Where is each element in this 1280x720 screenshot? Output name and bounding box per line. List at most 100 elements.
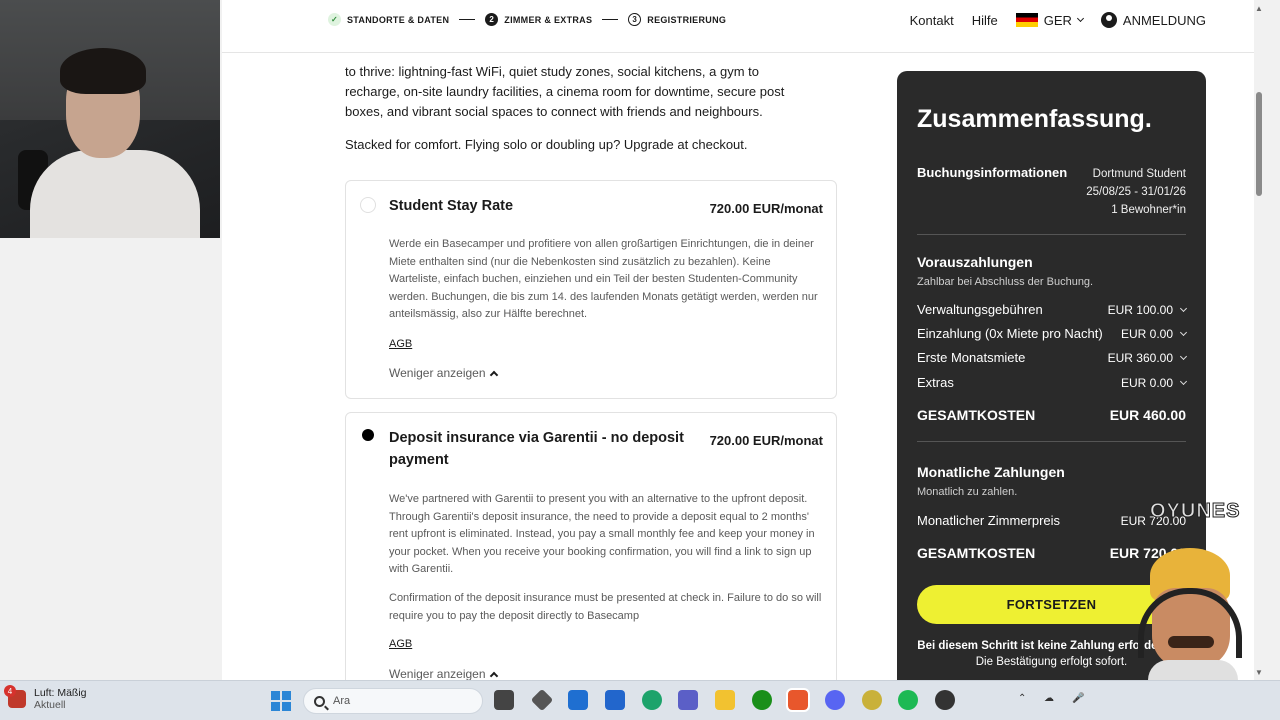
- total-value: EUR 460.00: [1109, 407, 1186, 423]
- rate-description: We've partnered with Garentii to present…: [389, 493, 815, 576]
- screen: ✓ STANDORTE & DATEN 2 ZIMMER & EXTRAS 3 …: [0, 0, 1280, 692]
- rate-price: 720.00 EUR/monat: [709, 433, 823, 448]
- booking-steps: ✓ STANDORTE & DATEN 2 ZIMMER & EXTRAS 3 …: [328, 13, 726, 26]
- discord-icon[interactable]: [825, 690, 845, 710]
- taskbar-search[interactable]: Ara: [303, 688, 483, 714]
- rate-radio-selected[interactable]: [360, 427, 376, 443]
- summary-title: Zusammenfassung.: [917, 105, 1152, 133]
- booking-location: Dortmund Student: [1092, 168, 1186, 180]
- show-less-toggle[interactable]: Weniger anzeigen: [389, 366, 498, 380]
- prepay-label: Einzahlung (0x Miete pro Nacht): [917, 326, 1103, 341]
- prepay-item-first-rent[interactable]: Erste Monatsmiete EUR 360.00: [917, 350, 1188, 365]
- step-label: STANDORTE & DATEN: [347, 14, 450, 25]
- rate-description: Werde ein Basecamper und profitiere von …: [389, 238, 818, 321]
- show-less-toggle[interactable]: Weniger anzeigen: [389, 667, 498, 681]
- app-icon[interactable]: [862, 690, 882, 710]
- check-icon: ✓: [328, 13, 341, 26]
- prepay-label: Verwaltungsgebühren: [917, 302, 1043, 317]
- weather-label: Luft: Mäßig: [34, 687, 87, 699]
- weather-sub: Aktuell: [34, 699, 66, 711]
- brave-icon[interactable]: [786, 688, 810, 712]
- store-icon[interactable]: [568, 690, 588, 710]
- prepay-label: Extras: [917, 375, 954, 390]
- user-icon: [1100, 12, 1117, 28]
- chevron-down-icon: [1179, 377, 1188, 385]
- xbox-icon[interactable]: [752, 690, 772, 710]
- spotify-icon[interactable]: [898, 690, 918, 710]
- teams-icon[interactable]: [678, 690, 698, 710]
- folder-icon[interactable]: [715, 690, 735, 710]
- chevron-down-icon: [1179, 328, 1188, 336]
- prepayments-title: Vorauszahlungen: [917, 254, 1033, 270]
- prepay-item-extras[interactable]: Extras EUR 0.00: [917, 375, 1188, 390]
- step-label: REGISTRIERUNG: [647, 14, 727, 25]
- streamer-body: [30, 150, 200, 238]
- nav-contact-link[interactable]: Kontakt: [910, 13, 954, 28]
- task-view-icon[interactable]: [494, 690, 514, 710]
- step-rooms[interactable]: 2 ZIMMER & EXTRAS: [485, 13, 592, 26]
- obs-icon[interactable]: [935, 690, 955, 710]
- german-flag-icon: [1015, 13, 1038, 27]
- total-label: GESAMTKOSTEN: [917, 407, 1036, 423]
- stacked-text: Stacked for comfort. Flying solo or doub…: [345, 137, 748, 152]
- prepay-label: Erste Monatsmiete: [917, 350, 1026, 365]
- app-cube-icon[interactable]: [530, 688, 554, 712]
- prepay-value: EUR 0.00: [1120, 375, 1173, 390]
- booking-residents: 1 Bewohner*in: [1111, 204, 1186, 216]
- step-number: 2: [485, 13, 499, 26]
- avatar-mustache: [1168, 636, 1214, 648]
- microphone-icon[interactable]: 🎤: [1072, 693, 1084, 704]
- notification-badge: 4: [4, 685, 16, 697]
- edge-icon[interactable]: [642, 690, 662, 710]
- intro-line: recharge, on-site laundry facilities, a …: [345, 84, 785, 99]
- intro-section: to thrive: lightning-fast WiFi, quiet st…: [345, 40, 835, 155]
- booking-dates: 25/08/25 - 31/01/26: [1086, 186, 1186, 198]
- windows-taskbar: 4 Luft: Mäßig Aktuell Ara ⌃ ☁ 🎤: [0, 680, 1280, 720]
- prepay-total-row: GESAMTKOSTEN EUR 460.00: [917, 407, 1186, 423]
- language-selector[interactable]: GER: [1015, 12, 1084, 28]
- prepay-value: EUR 360.00: [1107, 350, 1173, 365]
- intro-line: boxes, and vibrant social spaces to conn…: [345, 104, 763, 119]
- channel-watermark: OYUNES: [1149, 500, 1241, 523]
- login-label: ANMELDUNG: [1122, 12, 1206, 28]
- top-nav: Kontakt Hilfe GER ANMELDUNG: [910, 12, 1206, 28]
- prepayments-subtitle: Zahlbar bei Abschluss der Buchung.: [917, 276, 1094, 288]
- rate-card-student-stay[interactable]: Student Stay Rate 720.00 EUR/monat Werde…: [345, 180, 837, 399]
- windows-start-icon[interactable]: [271, 691, 291, 711]
- divider: [917, 441, 1186, 442]
- step-locations[interactable]: ✓ STANDORTE & DATEN: [328, 13, 449, 26]
- search-placeholder: Ara: [333, 695, 351, 707]
- agb-link[interactable]: AGB: [389, 638, 412, 650]
- chevron-up-icon: [489, 671, 498, 680]
- step-registration[interactable]: 3 REGISTRIERUNG: [628, 13, 726, 26]
- booking-info-label: Buchungsinformationen: [917, 165, 1068, 180]
- divider: [917, 234, 1186, 235]
- chevron-down-icon: [1179, 352, 1188, 360]
- chevron-up-icon: [489, 370, 498, 379]
- login-button[interactable]: ANMELDUNG: [1100, 12, 1206, 28]
- cloud-icon[interactable]: ☁: [1044, 693, 1054, 704]
- scrollbar-thumb[interactable]: [1256, 92, 1262, 196]
- prepay-item-deposit[interactable]: Einzahlung (0x Miete pro Nacht) EUR 0.00: [917, 326, 1188, 341]
- booking-info-row: Buchungsinformationen Dortmund Student 2…: [917, 165, 1186, 219]
- monthly-room-row: Monatlicher Zimmerpreis EUR 720.00: [917, 513, 1186, 528]
- show-less-label: Weniger anzeigen: [389, 667, 486, 681]
- webcam-overlay: [0, 0, 220, 238]
- nav-help-link[interactable]: Hilfe: [972, 13, 998, 28]
- vscode-icon[interactable]: [605, 690, 625, 710]
- booking-info-details: Dortmund Student 25/08/25 - 31/01/26 1 B…: [1086, 165, 1186, 219]
- prepay-value: EUR 0.00: [1120, 326, 1173, 341]
- language-label: GER: [1043, 12, 1072, 28]
- rate-radio[interactable]: [360, 197, 376, 213]
- prepay-value: EUR 100.00: [1107, 302, 1173, 317]
- scroll-up-icon[interactable]: ▲: [1255, 4, 1263, 13]
- tray-chevron-up-icon[interactable]: ⌃: [1018, 693, 1026, 704]
- intro-text: to thrive: lightning-fast WiFi, quiet st…: [345, 62, 835, 122]
- prepay-item-admin-fee[interactable]: Verwaltungsgebühren EUR 100.00: [917, 302, 1188, 317]
- agb-link[interactable]: AGB: [389, 338, 412, 350]
- monthly-title: Monatliche Zahlungen: [917, 464, 1065, 480]
- rate-card-deposit-insurance[interactable]: Deposit insurance via Garentii - no depo…: [345, 412, 837, 692]
- step-divider: [602, 19, 619, 20]
- weather-widget[interactable]: 4 Luft: Mäßig Aktuell: [4, 685, 87, 711]
- rate-price: 720.00 EUR/monat: [709, 201, 823, 216]
